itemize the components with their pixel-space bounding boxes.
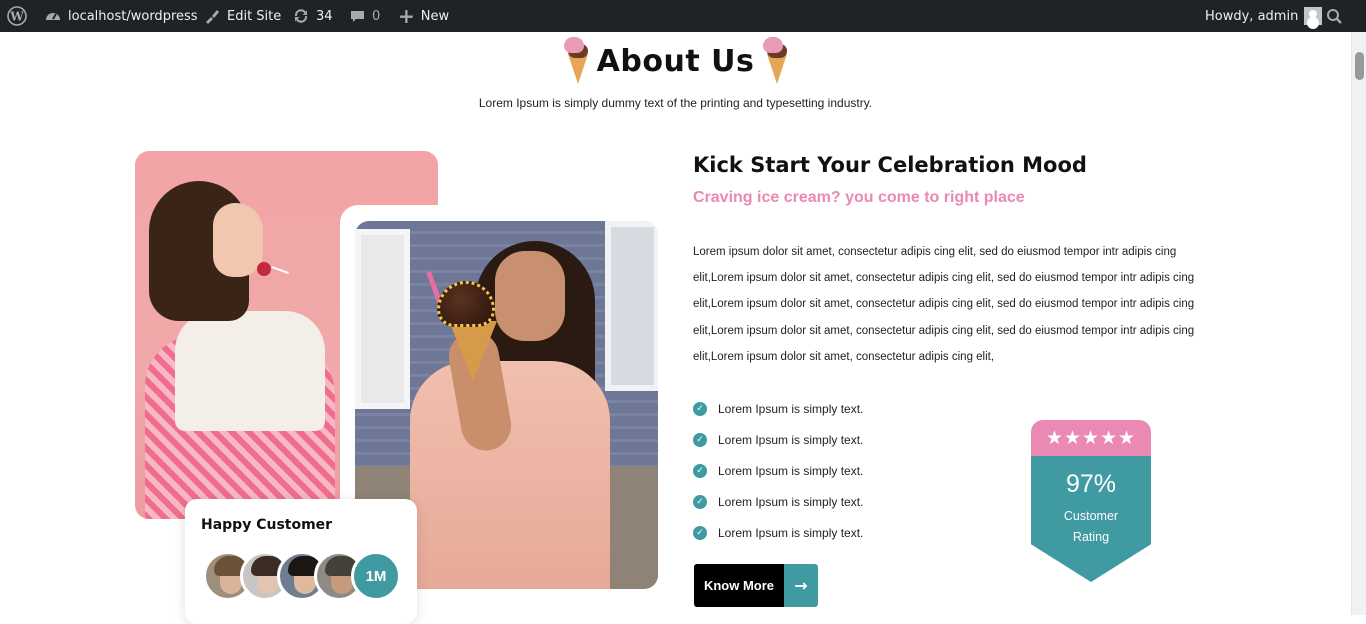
list-item-label: Lorem Ipsum is simply text. — [718, 432, 864, 447]
list-item: ✓ Lorem Ipsum is simply text. — [693, 455, 863, 486]
rating-label-line2: Rating — [1072, 530, 1110, 544]
svg-text:W: W — [9, 10, 24, 24]
check-icon: ✓ — [693, 494, 707, 509]
my-account-link[interactable]: Howdy, admin — [1205, 0, 1323, 32]
list-item: ✓ Lorem Ipsum is simply text. — [693, 393, 863, 424]
avatar-icon — [1304, 7, 1323, 25]
wordpress-icon: W — [7, 6, 27, 26]
customer-count-badge: 1M — [351, 551, 401, 601]
site-name-link[interactable]: localhost/wordpress — [44, 0, 198, 32]
comments-count: 0 — [372, 8, 381, 24]
know-more-label: Know More — [694, 564, 784, 607]
search-icon — [1326, 8, 1343, 25]
new-content-link[interactable]: + New — [398, 0, 449, 32]
check-icon: ✓ — [693, 432, 707, 447]
list-item-label: Lorem Ipsum is simply text. — [718, 401, 864, 416]
arrow-right-icon: → — [784, 564, 818, 607]
about-subtitle: Lorem Ipsum is simply dummy text of the … — [478, 96, 873, 110]
list-item-label: Lorem Ipsum is simply text. — [718, 494, 864, 509]
list-item: ✓ Lorem Ipsum is simply text. — [693, 486, 863, 517]
plus-icon: + — [398, 4, 415, 28]
new-label: New — [420, 8, 450, 24]
edit-site-label: Edit Site — [227, 8, 282, 24]
edit-site-link[interactable]: Edit Site — [203, 0, 281, 32]
feature-list: ✓ Lorem Ipsum is simply text. ✓ Lorem Ip… — [693, 393, 863, 548]
search-button[interactable] — [1326, 0, 1343, 32]
section-paragraph: Lorem ipsum dolor sit amet, consectetur … — [693, 246, 1195, 363]
list-item: ✓ Lorem Ipsum is simply text. — [693, 517, 863, 548]
wordpress-menu[interactable]: W — [7, 0, 27, 32]
comment-icon — [349, 8, 366, 25]
updates-count: 34 — [316, 8, 333, 24]
brush-icon — [203, 7, 221, 25]
about-header: About Us — [0, 36, 1351, 86]
happy-customer-title: Happy Customer — [201, 517, 333, 533]
check-icon: ✓ — [693, 401, 707, 416]
list-item-label: Lorem Ipsum is simply text. — [718, 463, 864, 478]
section-heading: Kick Start Your Celebration Mood — [693, 153, 1087, 177]
rating-percent: 97% — [1065, 470, 1117, 498]
list-item-label: Lorem Ipsum is simply text. — [718, 525, 864, 540]
page-scrollbar[interactable] — [1351, 32, 1366, 615]
dashboard-icon — [44, 7, 62, 25]
rating-label-line1: Customer — [1063, 509, 1119, 523]
admin-bar: W localhost/wordpress Edit Site 34 0 + N… — [0, 0, 1366, 32]
check-icon: ✓ — [693, 525, 707, 540]
ice-cream-icon — [563, 36, 589, 86]
howdy-label: Howdy, admin — [1205, 8, 1299, 24]
site-name-label: localhost/wordpress — [68, 8, 198, 24]
updates-link[interactable]: 34 — [292, 0, 333, 32]
scrollbar-thumb[interactable] — [1355, 52, 1364, 80]
refresh-icon — [292, 7, 310, 25]
ice-cream-icon — [762, 36, 788, 86]
happy-customer-card: Happy Customer 1M — [185, 499, 417, 624]
check-icon: ✓ — [693, 463, 707, 478]
rating-label: Customer Rating — [1031, 506, 1151, 548]
section-subheading: Craving ice cream? you come to right pla… — [693, 189, 1025, 206]
list-item: ✓ Lorem Ipsum is simply text. — [693, 424, 863, 455]
page-title: About Us — [596, 43, 755, 79]
know-more-button[interactable]: Know More → — [694, 564, 818, 607]
star-icon: ★★★★★ — [1031, 420, 1151, 456]
comments-link[interactable]: 0 — [349, 0, 380, 32]
rating-badge: ★★★★★ 97% Customer Rating — [1031, 420, 1151, 582]
